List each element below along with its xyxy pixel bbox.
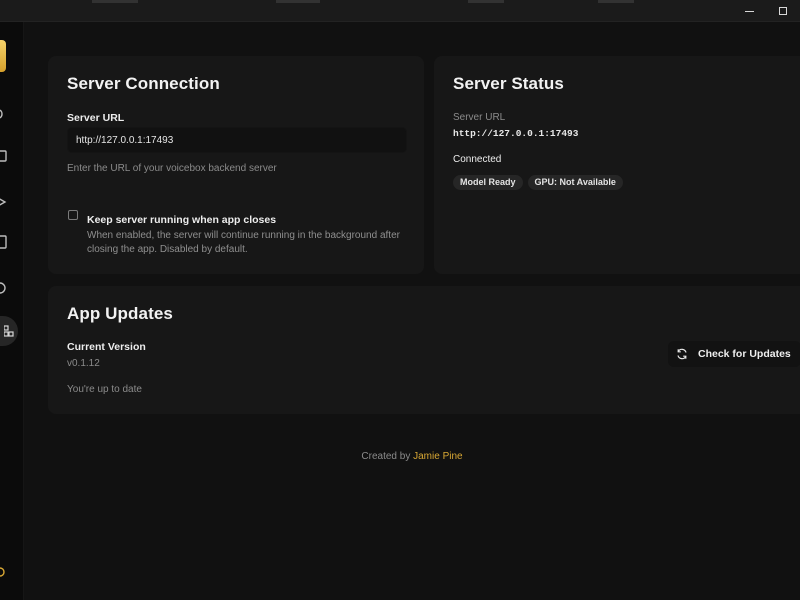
- minimize-icon: [744, 10, 754, 12]
- title-bar: [0, 0, 800, 22]
- connection-status: Connected: [453, 154, 502, 165]
- keep-running-checkbox[interactable]: [68, 210, 78, 220]
- server-connection-title: Server Connection: [67, 74, 220, 93]
- settings-grid-icon[interactable]: [0, 316, 18, 346]
- gpu-status-badge: GPU: Not Available: [527, 175, 623, 190]
- current-version-label: Current Version: [67, 341, 146, 353]
- tab-ghost-4[interactable]: [598, 0, 634, 3]
- footer-prefix: Created by: [361, 451, 411, 462]
- bottom-icon[interactable]: [0, 564, 8, 580]
- maximize-icon: [779, 7, 787, 15]
- current-version-value: v0.1.12: [67, 358, 100, 369]
- keep-running-description-line-1: When enabled, the server will continue r…: [87, 230, 400, 241]
- server-url-help: Enter the URL of your voicebox backend s…: [67, 163, 277, 174]
- server-url-label: Server URL: [67, 112, 125, 124]
- model-ready-badge: Model Ready: [453, 175, 523, 190]
- app-updates-title: App Updates: [67, 304, 173, 323]
- keep-running-label[interactable]: Keep server running when app closes: [87, 214, 276, 226]
- logo-icon[interactable]: [0, 40, 6, 72]
- maximize-button[interactable]: [766, 0, 800, 22]
- status-badges: Model Ready GPU: Not Available: [453, 172, 628, 190]
- mic-icon[interactable]: [0, 194, 8, 210]
- server-url-input[interactable]: [67, 127, 407, 153]
- footer-credit: Created by Jamie Pine: [24, 451, 800, 462]
- check-for-updates-label: Check for Updates: [698, 348, 791, 360]
- server-status-title: Server Status: [453, 74, 564, 93]
- server-status-card: Server Status Server URL http://127.0.0.…: [434, 56, 800, 274]
- tab-ghost-1[interactable]: [92, 0, 138, 3]
- document-icon[interactable]: [0, 234, 8, 250]
- keep-running-description-line-2: closing the app. Disabled by default.: [87, 244, 248, 255]
- wave-icon[interactable]: [0, 280, 8, 296]
- audio-icon[interactable]: [0, 106, 8, 122]
- minimize-button[interactable]: [732, 0, 766, 22]
- server-connection-card: Server Connection Server URL Enter the U…: [48, 56, 424, 274]
- status-url-label: Server URL: [453, 112, 506, 123]
- settings-page: Server Connection Server URL Enter the U…: [24, 22, 800, 600]
- status-url-value: http://127.0.0.1:17493: [453, 128, 579, 139]
- tab-ghost-2[interactable]: [276, 0, 320, 3]
- tab-ghost-3[interactable]: [468, 0, 504, 3]
- app-updates-card: App Updates Current Version v0.1.12 You'…: [48, 286, 800, 414]
- sidebar: [0, 22, 24, 600]
- box-icon[interactable]: [0, 148, 8, 164]
- update-status-text: You're up to date: [67, 384, 142, 395]
- check-for-updates-button[interactable]: Check for Updates: [668, 341, 800, 367]
- author-link[interactable]: Jamie Pine: [413, 451, 462, 462]
- refresh-icon: [677, 348, 687, 360]
